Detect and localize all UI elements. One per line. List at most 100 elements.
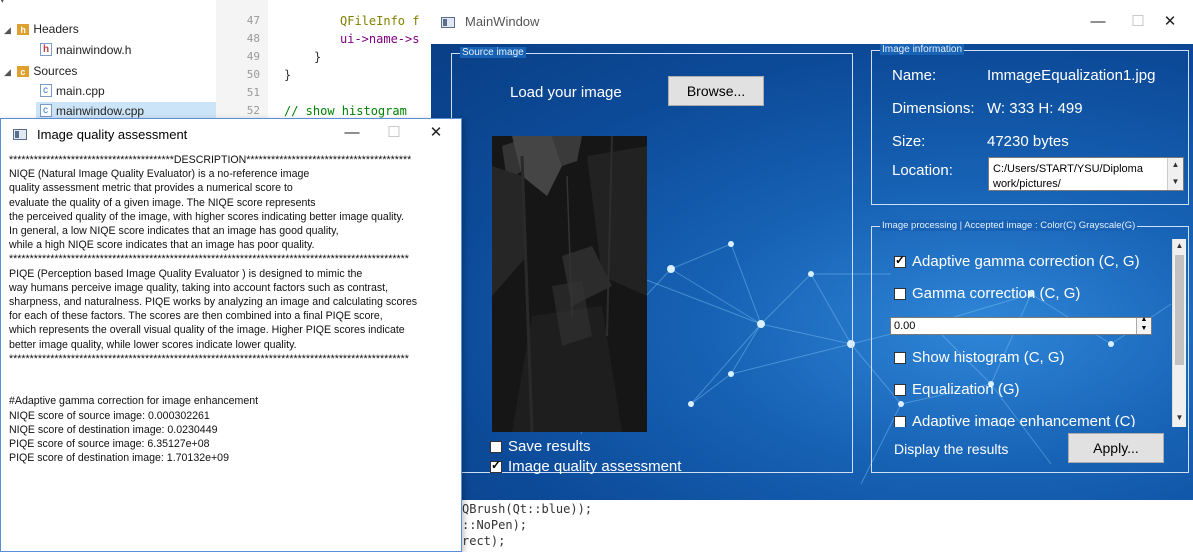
name-value: ImmageEqualization1.jpg xyxy=(987,67,1156,84)
tree-item-label: Sources xyxy=(33,64,78,78)
code-line: } xyxy=(314,50,322,64)
size-value: 47230 bytes xyxy=(987,133,1069,150)
line-number: 48 xyxy=(246,32,260,45)
code-line: QFileInfo f xyxy=(340,14,420,28)
line-number: 49 xyxy=(246,50,260,63)
header-file-icon xyxy=(40,41,52,59)
spin-buttons[interactable]: ▲ ▼ xyxy=(1136,316,1151,334)
scroll-down-icon[interactable]: ▼ xyxy=(1173,413,1186,422)
image-quality-assessment-checkbox[interactable]: Image quality assessment xyxy=(490,458,681,475)
minimize-button[interactable]: — xyxy=(329,119,375,149)
tree-item-label: Headers xyxy=(33,22,79,36)
gamma-value: 0.00 xyxy=(894,320,916,332)
dimensions-value: W: 333 H: 499 xyxy=(987,100,1083,117)
scroll-thumb[interactable] xyxy=(1175,255,1184,365)
adaptive-gamma-checkbox[interactable]: Adaptive gamma correction (C, G) xyxy=(894,253,1140,270)
iqa-titlebar[interactable]: Image quality assessment — ☐ ✕ xyxy=(1,119,461,151)
source-folder-icon xyxy=(17,63,30,81)
close-button[interactable]: ✕ xyxy=(1147,0,1193,44)
checkbox-label: Save results xyxy=(508,438,591,455)
close-button[interactable]: ✕ xyxy=(413,119,459,149)
cpp-file-icon xyxy=(40,102,52,120)
browse-button[interactable]: Browse... xyxy=(668,76,764,106)
processing-scrollbar[interactable]: ▲ ▼ xyxy=(1172,239,1186,427)
chevron-down-icon[interactable]: ◢ xyxy=(4,21,14,39)
main-window-body: Source image Load your image Browse... S… xyxy=(431,44,1193,500)
size-label: Size: xyxy=(892,133,926,150)
main-window: MainWindow — ☐ ✕ Source image Load your … xyxy=(431,0,1193,552)
gamma-correction-checkbox[interactable]: Gamma correction (C, G) xyxy=(894,285,1080,302)
line-number: 51 xyxy=(246,86,260,99)
image-information-group: Image information Name: ImmageEqualizati… xyxy=(871,44,1189,205)
name-label: Name: xyxy=(892,67,937,84)
chevron-down-icon[interactable]: ◢ xyxy=(4,63,14,81)
code-editor[interactable]: QFileInfo f ui->name->s } } // show hist… xyxy=(268,0,448,120)
processing-options-list[interactable]: Adaptive gamma correction (C, G) Gamma c… xyxy=(886,239,1186,427)
checkbox-box[interactable] xyxy=(490,458,502,473)
dimensions-label: Dimensions: xyxy=(892,100,975,117)
source-image-preview xyxy=(492,136,647,432)
checkbox-label: Adaptive image enhancement (C) xyxy=(912,413,1136,427)
tree-item-label: mainwindow.h xyxy=(56,43,132,57)
load-image-label: Load your image xyxy=(510,84,622,101)
header-folder-icon xyxy=(17,21,30,39)
show-histogram-checkbox[interactable]: Show histogram (C, G) xyxy=(894,349,1065,366)
group-title: Source image xyxy=(460,47,526,58)
checkbox-box[interactable] xyxy=(894,415,906,427)
source-image-group: Source image Load your image Browse... S… xyxy=(451,47,853,475)
scroll-up-icon[interactable]: ▲ xyxy=(1168,160,1183,169)
checkbox-label: Adaptive gamma correction (C, G) xyxy=(912,253,1140,270)
checkbox-label: Gamma correction (C, G) xyxy=(912,285,1081,302)
app-window-icon xyxy=(13,129,27,140)
line-number-gutter: 47 48 49 50 51 52 xyxy=(216,0,268,120)
spin-down-icon[interactable]: ▼ xyxy=(1137,325,1151,332)
window-title: Image quality assessment xyxy=(37,127,188,142)
location-field[interactable]: C:/Users/START/YSU/Diploma work/pictures… xyxy=(988,157,1184,191)
tree-item-sources[interactable]: ◢ Sources xyxy=(4,62,78,81)
code-line: ui->name->s xyxy=(340,32,420,46)
forest-image xyxy=(492,136,647,432)
scroll-down-icon[interactable]: ▼ xyxy=(1168,177,1183,186)
iqa-text-output[interactable]: ****************************************… xyxy=(9,153,457,549)
tree-item-label: mainwindow.cpp xyxy=(56,104,145,118)
line-number: 50 xyxy=(246,68,260,81)
group-title: Image information xyxy=(880,44,965,55)
location-label: Location: xyxy=(892,162,953,179)
checkbox-box[interactable] xyxy=(490,440,502,453)
checkbox-box[interactable] xyxy=(894,351,906,364)
equalization-checkbox[interactable]: Equalization (G) xyxy=(894,381,1020,398)
gamma-value-spinbox[interactable]: 0.00 ▲ ▼ xyxy=(890,316,1152,335)
app-window-icon xyxy=(441,17,455,28)
project-tree: ▾ ◢ Headers mainwindow.h ◢ Sources main.… xyxy=(0,0,220,120)
checkbox-box[interactable] xyxy=(894,287,906,300)
location-value: C:/Users/START/YSU/Diploma work/pictures… xyxy=(993,163,1143,190)
location-scrollbar[interactable]: ▲ ▼ xyxy=(1167,158,1183,190)
line-number: 47 xyxy=(246,14,260,27)
adaptive-enhancement-checkbox[interactable]: Adaptive image enhancement (C) xyxy=(894,413,1135,427)
checkbox-box[interactable] xyxy=(894,253,906,268)
checkbox-box[interactable] xyxy=(894,383,906,396)
checkbox-label: Show histogram (C, G) xyxy=(912,349,1065,366)
group-title: Image processing | Accepted image : Colo… xyxy=(880,220,1138,231)
display-results-label: Display the results xyxy=(894,441,1009,457)
spin-up-icon[interactable]: ▲ xyxy=(1137,316,1151,323)
maximize-button[interactable]: ☐ xyxy=(371,119,417,149)
window-title: MainWindow xyxy=(465,14,540,29)
scroll-up-icon[interactable]: ▲ xyxy=(1173,241,1186,250)
code-line: rect); xyxy=(462,534,506,548)
checkbox-label: Image quality assessment xyxy=(508,458,682,475)
tree-item-mainwindow-h[interactable]: mainwindow.h xyxy=(40,41,131,59)
save-results-checkbox[interactable]: Save results xyxy=(490,438,591,455)
checkbox-label: Equalization (G) xyxy=(912,381,1020,398)
code-line: } xyxy=(284,68,292,82)
tree-row-partial: ▾ xyxy=(0,0,5,5)
image-quality-assessment-window: Image quality assessment — ☐ ✕ *********… xyxy=(0,118,462,552)
main-window-titlebar[interactable]: MainWindow — ☐ ✕ xyxy=(431,0,1193,44)
image-processing-group: Image processing | Accepted image : Colo… xyxy=(871,220,1189,473)
tree-item-label: main.cpp xyxy=(56,84,105,98)
apply-button[interactable]: Apply... xyxy=(1068,433,1164,463)
cpp-file-icon xyxy=(40,82,52,100)
tree-item-headers[interactable]: ◢ Headers xyxy=(4,20,79,39)
code-editor-bottom[interactable]: QBrush(Qt::blue)); ::NoPen); rect); xyxy=(462,500,662,552)
tree-item-main-cpp[interactable]: main.cpp xyxy=(40,82,105,100)
